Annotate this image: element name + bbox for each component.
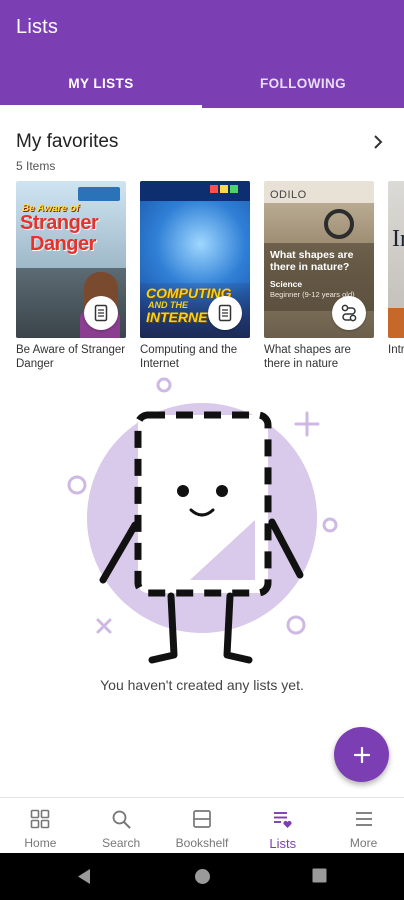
chevron-right-icon[interactable] [368, 132, 388, 152]
book-cover[interactable]: Be Aware of Stranger Danger [16, 181, 126, 338]
book-cover[interactable]: In S [388, 181, 404, 338]
document-icon [208, 296, 242, 330]
nav-label: Home [24, 836, 57, 850]
book-title: Computing and the Internet [140, 344, 238, 370]
recents-square-icon[interactable] [312, 868, 327, 883]
book-title: Be Aware of Stranger Danger [16, 344, 126, 370]
book-card[interactable]: Be Aware of Stranger Danger Be Aware of … [16, 181, 126, 371]
book-title: Intro [388, 344, 404, 356]
book-cover[interactable]: ODILO What shapes are there in nature? S… [264, 181, 374, 338]
bookshelf-icon [193, 810, 211, 828]
grid-icon [31, 809, 50, 829]
add-list-button[interactable] [334, 727, 389, 782]
nav-item-search[interactable]: Search [81, 798, 162, 853]
cover-art [220, 185, 228, 193]
cover-logo [78, 187, 120, 201]
cover-art [388, 308, 404, 338]
cover-text: In S [392, 226, 404, 252]
cover-art [210, 185, 218, 193]
nav-item-lists[interactable]: Lists [242, 798, 323, 853]
empty-lists-illustration [67, 377, 338, 664]
cover-art [230, 185, 238, 193]
path-icon [332, 296, 366, 330]
favorites-count: 5 Items [16, 159, 56, 173]
cover-text: INTERNET [146, 309, 216, 325]
page-title: Lists [16, 16, 59, 38]
nav-item-home[interactable]: Home [0, 798, 81, 853]
bottom-navigation: Home Search Bookshelf Lists More [0, 797, 404, 853]
nav-item-bookshelf[interactable]: Bookshelf [162, 798, 243, 853]
nav-label: More [349, 836, 378, 850]
tab-my-lists[interactable]: MY LISTS [0, 58, 202, 108]
back-icon[interactable] [76, 868, 92, 885]
book-cover[interactable]: COMPUTING AND THE INTERNET [140, 181, 250, 338]
book-title: What shapes are there in nature [264, 344, 351, 370]
tab-bar: MY LISTS FOLLOWING [0, 58, 404, 108]
app-screen: Lists MY LISTS FOLLOWING My favorites 5 … [0, 0, 404, 900]
favorites-header[interactable]: My favorites [16, 128, 388, 156]
list-heart-icon [273, 812, 292, 828]
plus-icon [353, 746, 370, 763]
book-card[interactable]: ODILO What shapes are there in nature? S… [264, 181, 374, 371]
search-icon [112, 810, 131, 829]
nav-label: Bookshelf [175, 836, 229, 850]
menu-icon [355, 812, 372, 826]
cover-text: Science [270, 279, 303, 289]
empty-state-message: You haven't created any lists yet. [100, 677, 304, 693]
document-icon [84, 296, 118, 330]
nav-label: Lists [269, 836, 297, 851]
nav-label: Search [102, 836, 141, 850]
app-bar: Lists MY LISTS FOLLOWING [0, 0, 404, 108]
cover-text: Stranger [20, 212, 99, 234]
favorites-title: My favorites [16, 131, 119, 152]
system-navigation-bar [0, 853, 404, 900]
book-card[interactable]: COMPUTING AND THE INTERNET Computing and… [140, 181, 250, 371]
cover-logo: ODILO [270, 189, 307, 201]
nav-item-more[interactable]: More [323, 798, 404, 853]
favorites-carousel[interactable]: Be Aware of Stranger Danger Be Aware of … [16, 181, 404, 381]
cover-text: Danger [30, 233, 96, 255]
tab-following[interactable]: FOLLOWING [202, 58, 404, 108]
magnifier-icon [324, 209, 354, 239]
cover-text: What shapes are there in nature? [270, 249, 354, 273]
home-circle-icon[interactable] [194, 868, 211, 885]
book-card[interactable]: In S Intro [388, 181, 404, 357]
